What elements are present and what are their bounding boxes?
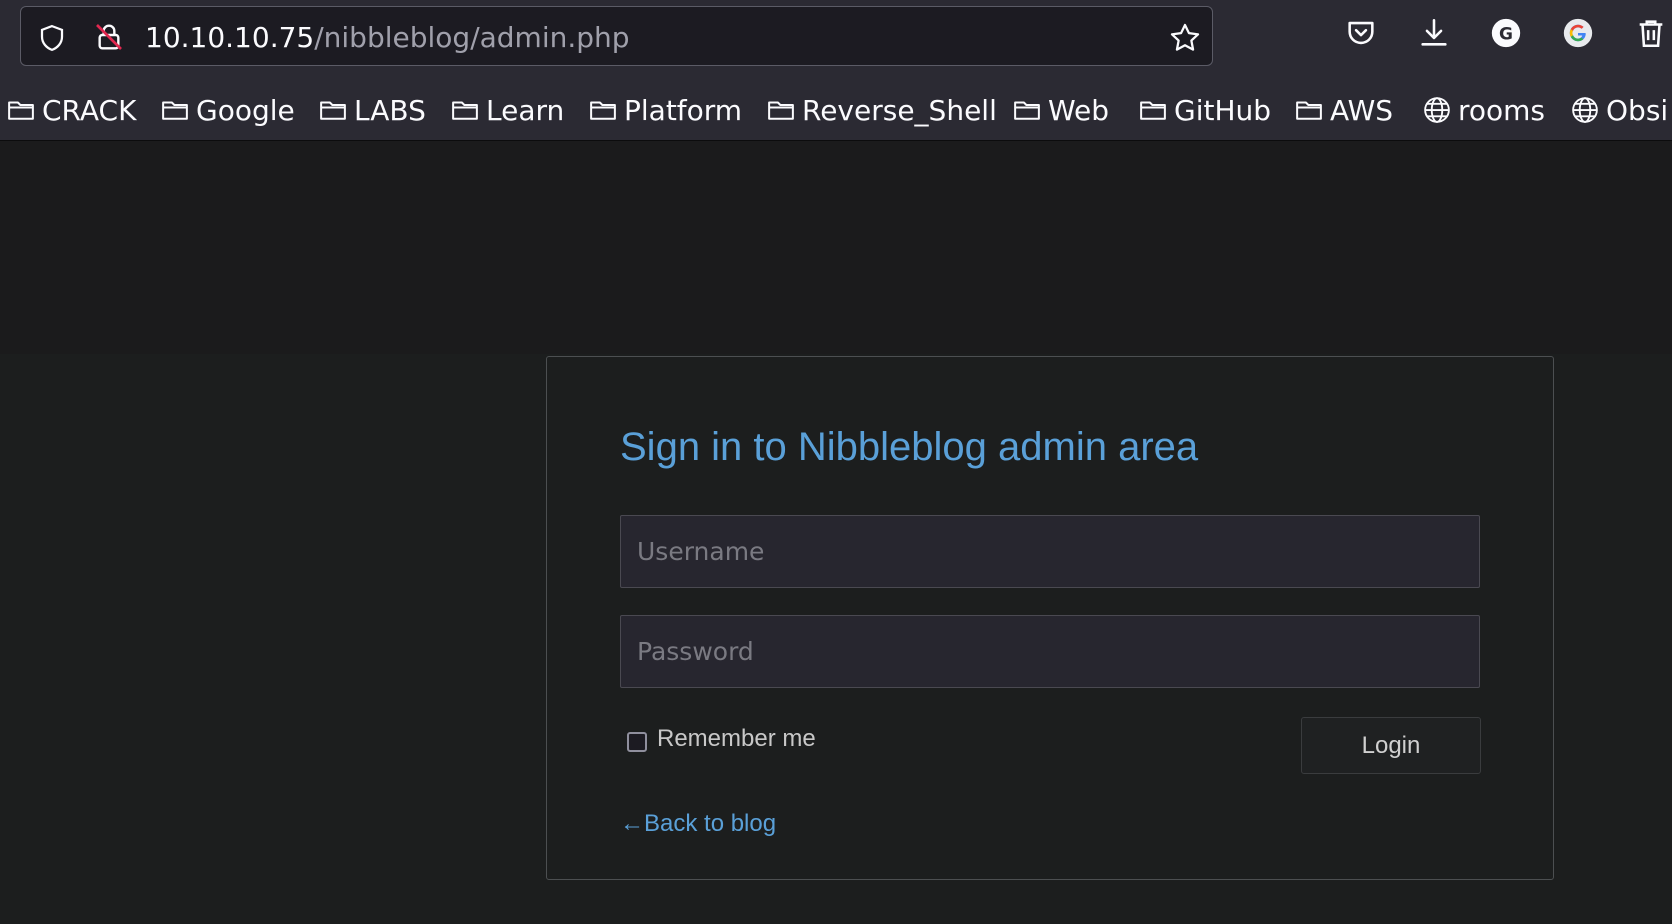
bookmark-label: Learn [486, 93, 565, 127]
folder-icon [162, 101, 188, 120]
page-header-band [0, 141, 1672, 354]
folder-icon [768, 101, 794, 120]
folder-icon [1296, 101, 1322, 120]
bookmark-folder-web[interactable]: Web [1012, 86, 1109, 134]
login-title: Sign in to Nibbleblog admin area [620, 425, 1199, 469]
bookmark-folder-learn[interactable]: Learn [450, 86, 564, 134]
bookmark-label: Platform [624, 93, 743, 127]
download-icon[interactable] [1417, 16, 1451, 50]
bookmark-label: CRACK [42, 93, 137, 127]
folder-icon [320, 101, 346, 120]
remember-me-label: Remember me [657, 725, 816, 752]
bookmark-label: GitHub [1174, 93, 1272, 127]
insecure-lock-icon[interactable] [93, 21, 125, 53]
bookmark-folder-platform[interactable]: Platform [588, 86, 742, 134]
bookmark-star-icon[interactable] [1168, 21, 1202, 55]
browser-toolbar: 10.10.10.75/nibbleblog/admin.php G CRACK… [0, 0, 1672, 141]
trash-icon[interactable] [1634, 16, 1668, 50]
url-bar[interactable]: 10.10.10.75/nibbleblog/admin.php [20, 6, 1213, 66]
back-to-blog-link[interactable]: ←Back to blog [620, 810, 776, 838]
bookmark-label: Web [1048, 93, 1110, 127]
bookmark-label: LABS [354, 93, 426, 127]
svg-text:G: G [1499, 24, 1513, 44]
pocket-icon[interactable] [1344, 16, 1378, 50]
bookmark-label: rooms [1458, 93, 1546, 127]
bookmark-folder-crack[interactable]: CRACK [6, 86, 136, 134]
folder-icon [1014, 101, 1040, 120]
bookmark-link-rooms[interactable]: rooms [1422, 86, 1545, 134]
shield-icon[interactable] [37, 23, 67, 53]
bookmarks-toolbar: CRACK Google LABS Learn Platform Reverse… [0, 86, 1672, 134]
remember-me[interactable]: Remember me [627, 725, 816, 753]
folder-icon [1140, 101, 1166, 120]
grammarly-g-icon[interactable]: G [1489, 16, 1523, 50]
globe-icon [1424, 97, 1450, 123]
bookmark-folder-aws[interactable]: AWS [1294, 86, 1393, 134]
google-extension-icon[interactable] [1561, 16, 1595, 50]
bookmark-label: Obsi [1606, 93, 1669, 127]
username-input[interactable] [620, 515, 1480, 588]
url-path: /nibbleblog/admin.php [314, 21, 630, 54]
bookmark-folder-labs[interactable]: LABS [318, 86, 426, 134]
remember-me-checkbox[interactable] [627, 732, 647, 752]
login-panel: Sign in to Nibbleblog admin area Remembe… [546, 356, 1554, 880]
bookmark-folder-google[interactable]: Google [160, 86, 295, 134]
bookmark-link-obsi[interactable]: Obsi [1570, 86, 1668, 134]
bookmark-folder-reverse-shell[interactable]: Reverse_Shell [766, 86, 997, 134]
url-text[interactable]: 10.10.10.75/nibbleblog/admin.php [145, 21, 630, 55]
url-host: 10.10.10.75 [145, 21, 315, 54]
bookmark-label: Google [196, 93, 295, 127]
folder-icon [590, 101, 616, 120]
bookmark-label: AWS [1330, 93, 1394, 127]
bookmark-label: Reverse_Shell [802, 93, 997, 127]
globe-icon [1572, 97, 1598, 123]
bookmark-folder-github[interactable]: GitHub [1138, 86, 1271, 134]
folder-icon [452, 101, 478, 120]
password-input[interactable] [620, 615, 1480, 688]
folder-icon [8, 101, 34, 120]
login-button[interactable]: Login [1301, 717, 1481, 774]
